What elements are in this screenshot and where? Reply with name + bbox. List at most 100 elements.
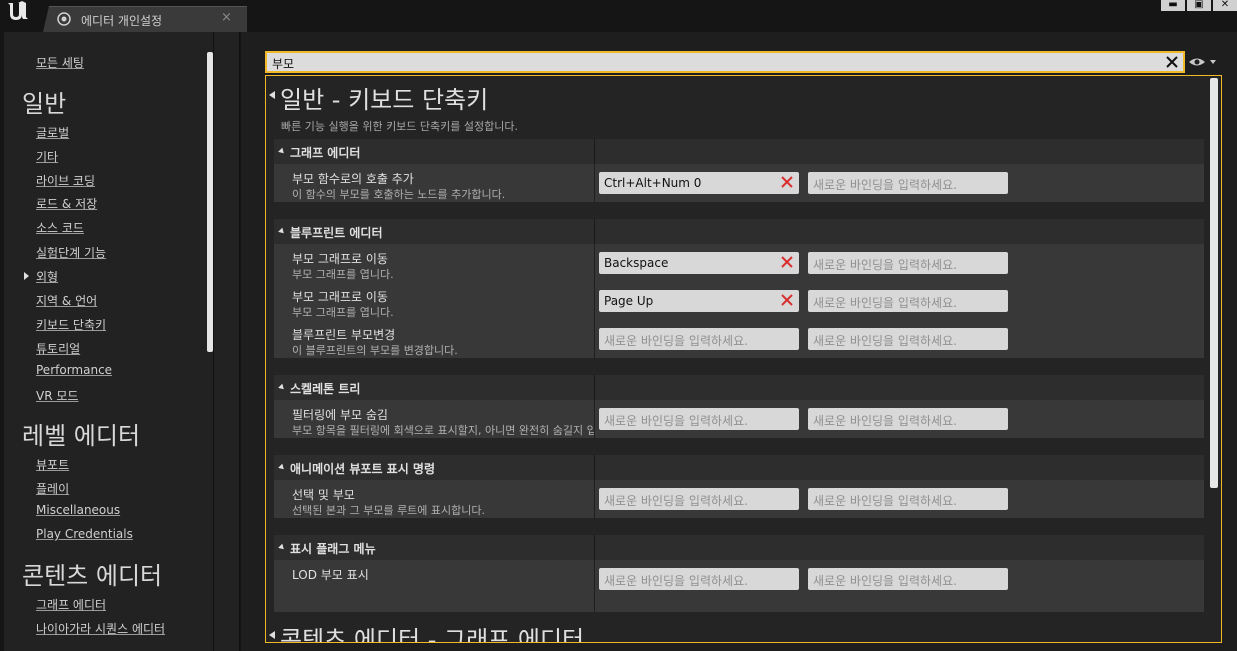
tab-label: 에디터 개인설정 bbox=[81, 14, 163, 28]
sidebar-header-content-editor: 콘텐츠 에디터 bbox=[22, 562, 163, 590]
sidebar-item-miscellaneous[interactable]: Miscellaneous bbox=[36, 503, 120, 517]
tab-editor-preferences[interactable]: 에디터 개인설정 × bbox=[43, 6, 247, 32]
binding-secondary[interactable]: 새로운 바인딩을 입력하세요. bbox=[808, 408, 1008, 430]
binding-primary[interactable]: 새로운 바인딩을 입력하세요. bbox=[599, 328, 799, 350]
binding-secondary[interactable]: 새로운 바인딩을 입력하세요. bbox=[808, 488, 1008, 510]
sidebar-item-performance[interactable]: Performance bbox=[36, 363, 112, 377]
binding-secondary[interactable]: 새로운 바인딩을 입력하세요. bbox=[808, 252, 1008, 274]
binding-placeholder: 새로운 바인딩을 입력하세요. bbox=[813, 296, 957, 310]
binding-placeholder: 새로운 바인딩을 입력하세요. bbox=[813, 574, 957, 588]
binding-secondary[interactable]: 새로운 바인딩을 입력하세요. bbox=[808, 568, 1008, 590]
binding-primary[interactable]: 새로운 바인딩을 입력하세요. bbox=[599, 568, 799, 590]
collapse-arrow-icon[interactable] bbox=[278, 227, 286, 236]
sidebar-item-global[interactable]: 글로벌 bbox=[36, 124, 69, 141]
group-title: 애니메이션 뷰포트 표시 명령 bbox=[290, 462, 436, 476]
search-input[interactable]: 부모 bbox=[265, 51, 1185, 73]
group-title: 블루프린트 에디터 bbox=[290, 226, 383, 240]
collapse-arrow-icon[interactable] bbox=[269, 91, 275, 99]
clear-search-icon[interactable] bbox=[1165, 53, 1179, 73]
binding-primary[interactable]: 새로운 바인딩을 입력하세요. bbox=[599, 488, 799, 510]
sidebar-item-load-save[interactable]: 로드 & 저장 bbox=[36, 195, 97, 212]
shortcut-name: 부모 그래프로 이동 bbox=[292, 290, 388, 304]
sidebar-item-play-credentials[interactable]: Play Credentials bbox=[36, 527, 133, 541]
binding-value: Ctrl+Alt+Num 0 bbox=[604, 176, 702, 190]
collapse-arrow-icon[interactable] bbox=[278, 543, 286, 552]
binding-secondary[interactable]: 새로운 바인딩을 입력하세요. bbox=[808, 328, 1008, 350]
next-section-title: 콘텐츠 에디터 - 그래프 에디터 bbox=[280, 626, 585, 643]
binding-placeholder: 새로운 바인딩을 입력하세요. bbox=[813, 258, 957, 272]
sidebar-item-region-language[interactable]: 지역 & 언어 bbox=[36, 292, 97, 309]
shortcut-row: 부모 그래프로 이동 부모 그래프를 엽니다. Backspace 새로운 바인… bbox=[274, 244, 1204, 282]
group-header-graph-editor[interactable]: 그래프 에디터 bbox=[274, 139, 1204, 164]
settings-main: 부모 일반 - 키보드 단축키 빠른 기능 실행을 위한 키보드 단축키를 설정… bbox=[241, 32, 1237, 651]
sidebar-item-graph-editor[interactable]: 그래프 에디터 bbox=[36, 596, 106, 613]
sidebar-item-tutorials[interactable]: 튜토리얼 bbox=[36, 340, 80, 357]
shortcut-description: 선택된 본과 그 부모를 루트에 표시합니다. bbox=[292, 504, 486, 517]
sidebar-header-level-editor: 레벨 에디터 bbox=[22, 422, 141, 450]
binding-placeholder: 새로운 바인딩을 입력하세요. bbox=[813, 334, 957, 348]
shortcut-description: 이 함수의 부모를 호출하는 노드를 추가합니다. bbox=[292, 188, 506, 201]
clear-binding-icon[interactable] bbox=[779, 292, 795, 311]
sidebar-item-experimental[interactable]: 실험단계 기능 bbox=[36, 244, 106, 261]
search-value: 부모 bbox=[272, 57, 295, 71]
sidebar-item-keyboard-shortcuts[interactable]: 키보드 단축키 bbox=[36, 316, 106, 333]
binding-placeholder: 새로운 바인딩을 입력하세요. bbox=[813, 494, 957, 508]
results-scrollbar[interactable] bbox=[1210, 78, 1218, 488]
shortcut-name: 부모 함수로의 호출 추가 bbox=[292, 172, 414, 186]
binding-placeholder: 새로운 바인딩을 입력하세요. bbox=[813, 414, 957, 428]
shortcut-description: 부모 그래프를 엽니다. bbox=[292, 306, 394, 319]
title-bar: 에디터 개인설정 × ▬ ▣ ✕ bbox=[0, 0, 1237, 32]
binding-primary[interactable]: Backspace bbox=[599, 252, 799, 274]
binding-value: Page Up bbox=[604, 294, 654, 308]
collapse-arrow-icon[interactable] bbox=[278, 463, 286, 472]
collapse-arrow-icon[interactable] bbox=[278, 383, 286, 392]
group-header-show-flags-menu[interactable]: 표시 플래그 메뉴 bbox=[274, 535, 1204, 560]
shortcut-row: LOD 부모 표시 새로운 바인딩을 입력하세요. 새로운 바인딩을 입력하세요… bbox=[274, 560, 1204, 612]
shortcut-row: 선택 및 부모 선택된 본과 그 부모를 루트에 표시합니다. 새로운 바인딩을… bbox=[274, 480, 1204, 518]
section-title: 일반 - 키보드 단축키 bbox=[280, 86, 489, 114]
group-header-animation-viewport[interactable]: 애니메이션 뷰포트 표시 명령 bbox=[274, 455, 1204, 480]
shortcut-row: 부모 함수로의 호출 추가 이 함수의 부모를 호출하는 노드를 추가합니다. … bbox=[274, 164, 1204, 202]
sidebar-item-appearance[interactable]: 외형 bbox=[36, 268, 58, 285]
shortcut-description: 부모 그래프를 엽니다. bbox=[292, 268, 394, 281]
binding-placeholder: 새로운 바인딩을 입력하세요. bbox=[604, 494, 748, 508]
shortcut-description: 이 블루프린트의 부모를 변경합니다. bbox=[292, 344, 458, 357]
sidebar-item-viewport[interactable]: 뷰포트 bbox=[36, 456, 69, 473]
clear-binding-icon[interactable] bbox=[779, 174, 795, 193]
sidebar-divider bbox=[213, 32, 214, 651]
sidebar-item-niagara-sequence-editor[interactable]: 나이아가라 시퀀스 에디터 bbox=[36, 620, 165, 637]
expand-arrow-icon[interactable] bbox=[24, 272, 29, 280]
collapse-arrow-icon[interactable] bbox=[269, 631, 275, 639]
clear-binding-icon[interactable] bbox=[779, 254, 795, 273]
close-window-button[interactable]: ✕ bbox=[1213, 0, 1237, 11]
shortcut-name: 필터링에 부모 숨김 bbox=[292, 408, 388, 422]
sidebar-item-live-coding[interactable]: 라이브 코딩 bbox=[36, 172, 95, 189]
sidebar-header-general: 일반 bbox=[22, 90, 67, 118]
tab-close-icon[interactable]: × bbox=[221, 10, 232, 25]
settings-results-panel: 일반 - 키보드 단축키 빠른 기능 실행을 위한 키보드 단축키를 설정합니다… bbox=[265, 75, 1222, 643]
shortcut-name: 선택 및 부모 bbox=[292, 488, 355, 502]
shortcut-name: 블루프린트 부모변경 bbox=[292, 328, 396, 342]
binding-placeholder: 새로운 바인딩을 입력하세요. bbox=[604, 334, 748, 348]
minimize-button[interactable]: ▬ bbox=[1161, 0, 1185, 11]
binding-secondary[interactable]: 새로운 바인딩을 입력하세요. bbox=[808, 290, 1008, 312]
maximize-button[interactable]: ▣ bbox=[1187, 0, 1211, 11]
group-header-skeleton-tree[interactable]: 스켈레톤 트리 bbox=[274, 375, 1204, 400]
sidebar-item-play[interactable]: 플레이 bbox=[36, 480, 69, 497]
sidebar-item-source-code[interactable]: 소스 코드 bbox=[36, 219, 84, 236]
sidebar-item-all-settings[interactable]: 모든 세팅 bbox=[36, 54, 84, 71]
binding-primary[interactable]: Page Up bbox=[599, 290, 799, 312]
view-options-eye-icon[interactable] bbox=[1187, 54, 1221, 70]
sidebar-item-misc[interactable]: 기타 bbox=[36, 148, 58, 165]
collapse-arrow-icon[interactable] bbox=[278, 147, 286, 156]
binding-primary[interactable]: 새로운 바인딩을 입력하세요. bbox=[599, 408, 799, 430]
binding-primary[interactable]: Ctrl+Alt+Num 0 bbox=[599, 172, 799, 194]
binding-secondary[interactable]: 새로운 바인딩을 입력하세요. bbox=[808, 172, 1008, 194]
sidebar-item-vr-mode[interactable]: VR 모드 bbox=[36, 387, 78, 404]
group-header-blueprint-editor[interactable]: 블루프린트 에디터 bbox=[274, 219, 1204, 244]
section-description: 빠른 기능 실행을 위한 키보드 단축키를 설정합니다. bbox=[281, 120, 518, 133]
shortcut-row: 부모 그래프로 이동 부모 그래프를 엽니다. Page Up 새로운 바인딩을… bbox=[274, 282, 1204, 320]
binding-placeholder: 새로운 바인딩을 입력하세요. bbox=[604, 414, 748, 428]
shortcut-description: 부모 항목을 필터링에 회색으로 표시할지, 아니면 완전히 숨길지 입니 bbox=[292, 424, 594, 437]
group-title: 표시 플래그 메뉴 bbox=[290, 542, 376, 556]
